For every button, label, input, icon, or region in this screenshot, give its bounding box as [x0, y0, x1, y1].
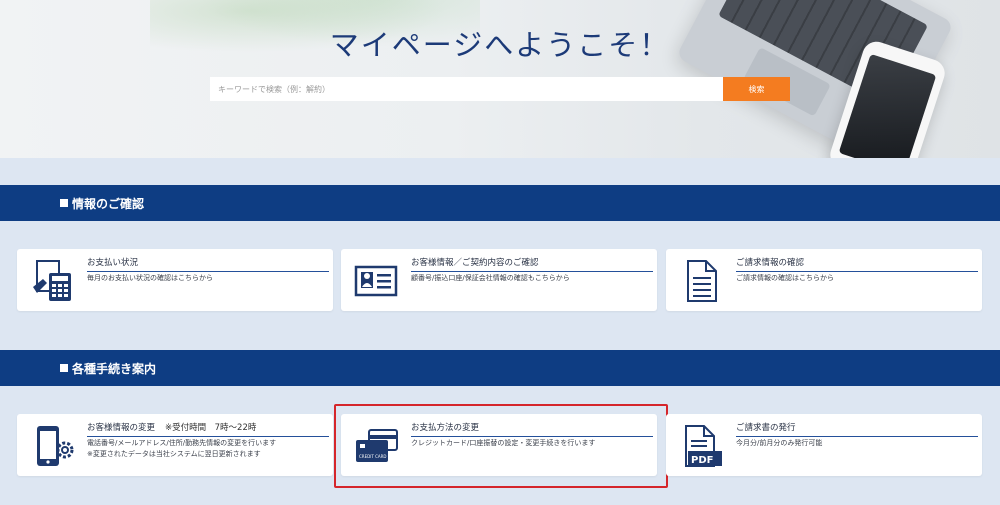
card-payment-status[interactable]: お支払い状況 毎月のお支払い状況の確認はこちらから: [17, 249, 333, 311]
square-bullet-icon: [60, 199, 68, 207]
card-description: 電話番号/メールアドレス/住所/勤務先情報の変更を行います ※変更されたデータは…: [87, 439, 277, 458]
svg-text:PDF: PDF: [691, 455, 713, 466]
page-title: マイページへようこそ！: [329, 28, 671, 62]
card-description: ご請求情報の確認はこちらから: [736, 274, 834, 282]
search-button[interactable]: 検索: [723, 77, 790, 101]
card-issue-invoice[interactable]: PDF ご請求書の発行 今月分/前月分のみ発行可能: [666, 414, 982, 476]
reception-hours: ※受付時間 7時～22時: [165, 423, 257, 433]
id-card-icon: [354, 265, 398, 297]
phone-settings-icon: [37, 426, 74, 466]
square-bullet-icon: [60, 364, 68, 372]
search-bar: 検索: [210, 77, 790, 101]
section-header-procedures: 各種手続き案内: [0, 350, 1000, 386]
card-title: お客様情報の変更 ※受付時間 7時～22時: [87, 421, 329, 437]
card-customer-info[interactable]: お客様情報／ご契約内容のご確認 顧番号/振込口座/保証会社情報の確認もこちらから: [341, 249, 657, 311]
card-change-customer-info[interactable]: お客様情報の変更 ※受付時間 7時～22時 電話番号/メールアドレス/住所/勤務先…: [17, 414, 333, 476]
card-description: 顧番号/振込口座/保証会社情報の確認もこちらから: [411, 274, 570, 282]
card-title: ご請求書の発行: [736, 421, 978, 437]
section-header-info: 情報のご確認: [0, 185, 1000, 221]
section-title: 情報のご確認: [72, 196, 145, 211]
card-title: お客様情報／ご契約内容のご確認: [411, 256, 653, 272]
card-title: お支払い状況: [87, 256, 329, 272]
card-billing-info[interactable]: ご請求情報の確認 ご請求情報の確認はこちらから: [666, 249, 982, 311]
highlight-box: [334, 404, 668, 488]
hero-banner: マイページへようこそ！ 検索: [0, 0, 1000, 158]
card-title: ご請求情報の確認: [736, 256, 978, 272]
document-icon: [687, 260, 717, 302]
pdf-icon: PDF: [685, 425, 722, 467]
calculator-icon: [33, 260, 71, 301]
search-input[interactable]: [210, 77, 723, 101]
section-title: 各種手続き案内: [72, 361, 157, 376]
card-description: 今月分/前月分のみ発行可能: [736, 439, 823, 447]
card-description: 毎月のお支払い状況の確認はこちらから: [87, 274, 213, 282]
